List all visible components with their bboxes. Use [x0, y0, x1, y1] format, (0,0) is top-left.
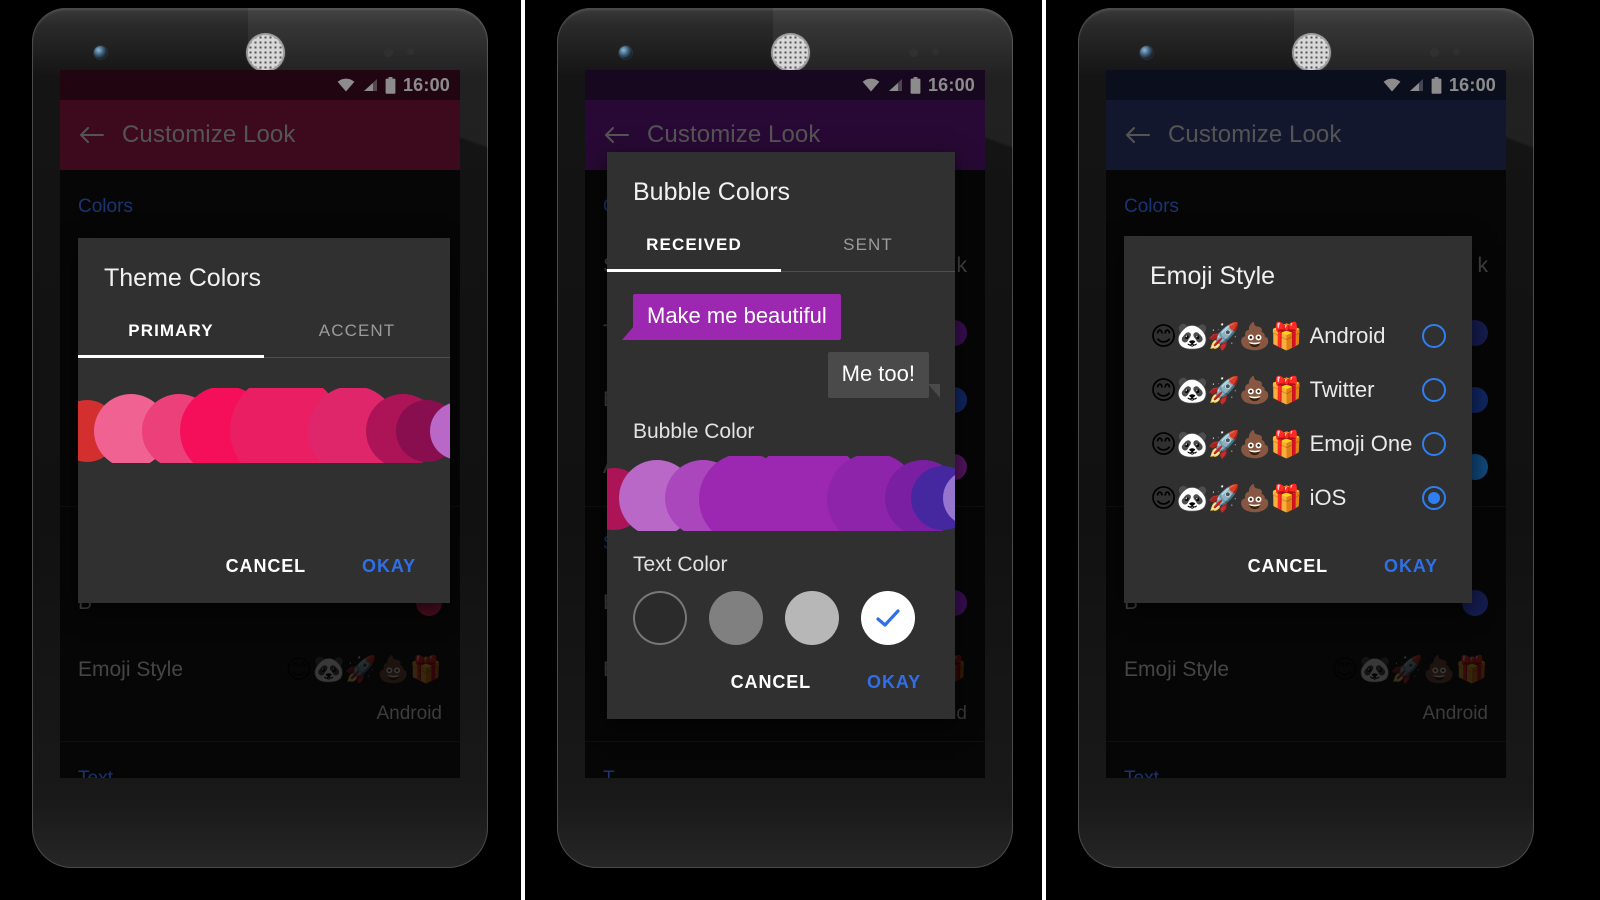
emoji-style-dialog: Emoji Style 😊🐼🚀💩🎁 Android 😊🐼🚀💩🎁 Twitter [1124, 236, 1472, 603]
received-bubble: Make me beautiful [622, 294, 841, 340]
cancel-button[interactable]: CANCEL [220, 555, 312, 578]
bubble-color-palette[interactable] [607, 456, 955, 531]
front-camera-icon [1140, 46, 1153, 59]
earpiece-speaker-icon [1294, 35, 1329, 70]
bubble-colors-dialog: Bubble Colors RECEIVED SENT Make me beau… [607, 152, 955, 719]
bubble-preview: Make me beautiful Me too! [607, 272, 955, 398]
phone-screen: 16:00 Customize Look Colors Sk T B A S B [1106, 70, 1506, 778]
radio-button-selected[interactable] [1422, 486, 1446, 510]
emoji-option-label: iOS [1309, 485, 1347, 510]
dialog-title: Bubble Colors [633, 178, 791, 206]
text-color-label: Text Color [633, 553, 728, 576]
tab-primary[interactable]: PRIMARY [78, 321, 264, 357]
light-sensor-icon [1453, 48, 1460, 55]
phone-theme-colors: 16:00 Customize Look Colors Sk T B A S B [0, 0, 520, 900]
emoji-glyphs: 😊🐼🚀💩🎁 [1150, 428, 1303, 459]
text-color-swatch-gray[interactable] [709, 591, 763, 645]
emoji-glyphs: 😊🐼🚀💩🎁 [1150, 482, 1303, 513]
text-color-swatch-dark[interactable] [633, 591, 687, 645]
proximity-sensor-icon [909, 48, 918, 57]
text-color-swatches[interactable] [607, 577, 955, 645]
light-sensor-icon [932, 48, 939, 55]
radio-button[interactable] [1422, 378, 1446, 402]
tab-accent[interactable]: ACCENT [264, 321, 450, 357]
emoji-option-ios[interactable]: 😊🐼🚀💩🎁 iOS [1124, 471, 1472, 525]
cancel-button[interactable]: CANCEL [725, 671, 817, 694]
bubble-color-label: Bubble Color [633, 420, 755, 443]
radio-button[interactable] [1422, 432, 1446, 456]
radio-button[interactable] [1422, 324, 1446, 348]
emoji-option-label: Twitter [1309, 377, 1375, 402]
dialog-tabs: RECEIVED SENT [607, 235, 955, 271]
earpiece-speaker-icon [773, 35, 808, 70]
dialog-title: Theme Colors [104, 264, 261, 292]
emoji-option-twitter[interactable]: 😊🐼🚀💩🎁 Twitter [1124, 363, 1472, 417]
tab-indicator-track [607, 269, 955, 272]
earpiece-speaker-icon [248, 35, 283, 70]
phone-emoji-style: 16:00 Customize Look Colors Sk T B A S B [1046, 0, 1566, 900]
sent-bubble-row: Me too! [633, 352, 941, 398]
proximity-sensor-icon [384, 48, 393, 57]
tab-indicator-track [78, 355, 450, 358]
emoji-style-options: 😊🐼🚀💩🎁 Android 😊🐼🚀💩🎁 Twitter 😊🐼🚀💩🎁 Emoji … [1124, 291, 1472, 529]
text-color-swatch-white[interactable] [861, 591, 915, 645]
emoji-option-label: Emoji One [1309, 431, 1413, 456]
theme-colors-dialog: Theme Colors PRIMARY ACCENT CANCEL OKAY [78, 238, 450, 603]
front-camera-icon [619, 46, 632, 59]
light-sensor-icon [407, 48, 414, 55]
okay-button[interactable]: OKAY [861, 671, 927, 694]
phone-screen: 16:00 Customize Look Colors Sk T B A S B [585, 70, 985, 778]
emoji-option-android[interactable]: 😊🐼🚀💩🎁 Android [1124, 309, 1472, 363]
okay-button[interactable]: OKAY [356, 555, 422, 578]
dialog-actions: CANCEL OKAY [1124, 529, 1472, 603]
emoji-glyphs: 😊🐼🚀💩🎁 [1150, 320, 1303, 351]
phone-bubble-colors: 16:00 Customize Look Colors Sk T B A S B [525, 0, 1045, 900]
phone-screen: 16:00 Customize Look Colors Sk T B A S B [60, 70, 460, 778]
emoji-glyphs: 😊🐼🚀💩🎁 [1150, 374, 1303, 405]
tab-indicator [78, 355, 264, 358]
tab-sent[interactable]: SENT [781, 235, 955, 271]
tab-indicator [607, 269, 781, 272]
emoji-option-emoji-one[interactable]: 😊🐼🚀💩🎁 Emoji One [1124, 417, 1472, 471]
proximity-sensor-icon [1430, 48, 1439, 57]
phone-bezel: 16:00 Customize Look Colors Sk T B A S B [1078, 8, 1534, 868]
emoji-option-label: Android [1309, 323, 1386, 348]
screenshot-stage: 16:00 Customize Look Colors Sk T B A S B [0, 0, 1600, 900]
check-icon [875, 608, 901, 628]
sent-bubble: Me too! [827, 352, 941, 398]
dialog-title: Emoji Style [1150, 262, 1276, 290]
text-color-swatch-light[interactable] [785, 591, 839, 645]
dialog-actions: CANCEL OKAY [78, 529, 450, 603]
primary-color-palette[interactable] [78, 388, 450, 463]
front-camera-icon [94, 46, 107, 59]
tab-received[interactable]: RECEIVED [607, 235, 781, 271]
dialog-actions: CANCEL OKAY [607, 645, 955, 719]
cancel-button[interactable]: CANCEL [1242, 555, 1334, 578]
dialog-tabs: PRIMARY ACCENT [78, 321, 450, 357]
phone-bezel: 16:00 Customize Look Colors Sk T B A S B [32, 8, 488, 868]
phone-bezel: 16:00 Customize Look Colors Sk T B A S B [557, 8, 1013, 868]
okay-button[interactable]: OKAY [1378, 555, 1444, 578]
